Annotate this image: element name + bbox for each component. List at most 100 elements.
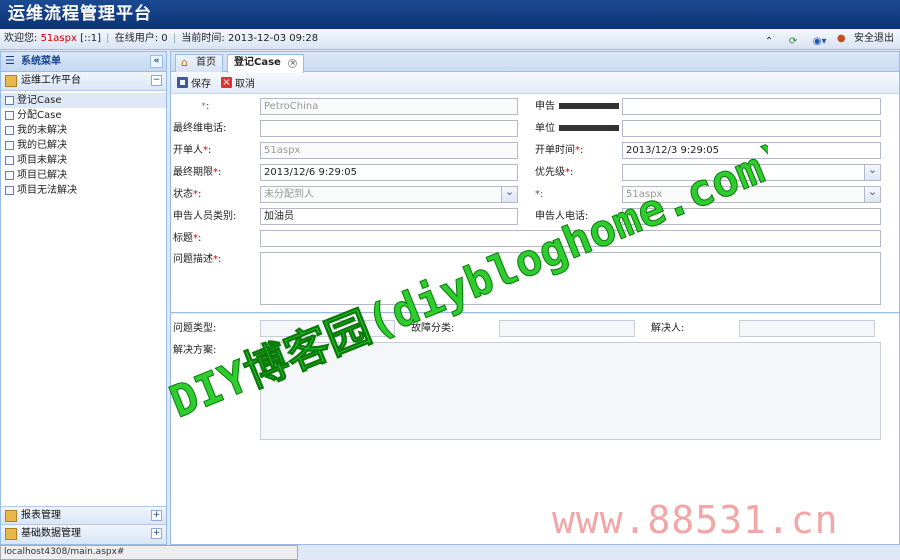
online-count: 0	[161, 33, 168, 44]
sidebar-item-register-case[interactable]: 登记Case	[1, 93, 166, 108]
main-panel: ⌂ 首页 登记Case × ▪ 保存 × 取消 *: PetroChina 申告…	[170, 51, 900, 545]
sidebar-group-ops[interactable]: 运维工作平台 −	[1, 72, 166, 91]
collapse-group-button[interactable]: −	[151, 75, 162, 86]
form-toolbar: ▪ 保存 × 取消	[171, 72, 899, 94]
folder-icon	[5, 75, 17, 87]
document-icon	[5, 156, 14, 165]
status-label: 状态*:	[173, 189, 202, 200]
assignee-label: *:	[535, 189, 544, 200]
document-icon	[5, 126, 14, 135]
opener-field[interactable]: 51aspx	[260, 142, 518, 159]
resolver-field[interactable]	[739, 320, 875, 337]
collapse-sidebar-button[interactable]: «	[150, 55, 163, 68]
sidebar-item-label: 我的未解决	[17, 125, 67, 136]
sidebar-item-label: 项目无法解决	[17, 185, 77, 196]
reporter-type-field[interactable]: 加油员	[260, 208, 518, 225]
deadline-field[interactable]: 2013/12/6 9:29:05	[260, 164, 518, 181]
desc-label: 问题描述*:	[173, 254, 222, 265]
sidebar-item-project-unresolved[interactable]: 项目未解决	[1, 153, 166, 168]
sidebar-header: ☰ 系统菜单 «	[1, 52, 166, 72]
company-field[interactable]: PetroChina	[260, 98, 518, 115]
close-icon[interactable]: ×	[288, 59, 298, 68]
subject-label: 标题*:	[173, 233, 202, 244]
tab-home[interactable]: ⌂ 首页	[175, 54, 223, 72]
save-button[interactable]: ▪ 保存	[177, 75, 211, 90]
priority-select[interactable]	[622, 164, 881, 181]
time-value: 2013-12-03 09:28	[227, 33, 319, 44]
unit-label: 单位	[535, 122, 619, 136]
tab-register-case[interactable]: 登记Case ×	[227, 54, 305, 73]
expand-group-button[interactable]: +	[151, 510, 162, 521]
current-user: 51aspx	[40, 33, 77, 44]
opener-label: 开单人*:	[173, 145, 212, 156]
case-form: *: PetroChina 申告 最终维电话: 单位 开单人*: 51aspx …	[171, 95, 899, 544]
tab-label: 登记Case	[234, 57, 281, 68]
phone-field[interactable]	[260, 120, 518, 137]
expand-group-button[interactable]: +	[151, 528, 162, 539]
problem-type-field[interactable]	[260, 320, 395, 337]
sidebar-group-label: 基础数据管理	[21, 528, 81, 539]
separator: |	[172, 33, 177, 44]
welcome-label: 欢迎您:	[4, 33, 38, 44]
help-icon[interactable]: ◉▾	[813, 32, 827, 47]
document-icon	[5, 111, 14, 120]
document-icon	[5, 186, 14, 195]
folder-icon	[5, 528, 17, 540]
company-label: *:	[201, 101, 210, 112]
document-icon	[5, 96, 14, 105]
sidebar-item-label: 登记Case	[17, 95, 62, 106]
separator: |	[106, 33, 110, 44]
priority-label: 优先级*:	[535, 167, 574, 178]
corner-watermark: www.88531.cn	[552, 498, 839, 542]
logout-button[interactable]: ● 安全退出	[837, 29, 894, 49]
sidebar-group-basic-data[interactable]: 基础数据管理 +	[1, 525, 166, 544]
fault-field[interactable]	[499, 320, 635, 337]
refresh-icon[interactable]: ⟳	[789, 32, 803, 47]
user-icon: ●	[836, 33, 846, 44]
description-textarea[interactable]	[260, 252, 881, 305]
solution-label: 解决方案:	[173, 345, 217, 356]
collapse-up-icon[interactable]: ⌃	[765, 32, 779, 47]
sidebar-item-project-unsolvable[interactable]: 项目无法解决	[1, 183, 166, 198]
sidebar-item-label: 项目已解决	[17, 170, 67, 181]
sidebar-item-label: 我的已解决	[17, 140, 67, 151]
reporter-type-label: 申告人员类别:	[173, 211, 237, 222]
save-label: 保存	[191, 79, 211, 90]
cancel-icon: ×	[221, 77, 232, 88]
section-divider	[171, 312, 899, 314]
cancel-button[interactable]: × 取消	[221, 75, 255, 90]
sidebar-item-label: 项目未解决	[17, 155, 67, 166]
sidebar-group-label: 运维工作平台	[21, 75, 81, 86]
home-icon: ⌂	[181, 56, 188, 69]
sidebar-group-reports[interactable]: 报表管理 +	[1, 506, 166, 525]
top-right-tools: ⌃ ⟳ ◉▾ ● 安全退出	[765, 29, 894, 49]
open-time-field[interactable]: 2013/12/3 9:29:05	[622, 142, 881, 159]
solution-textarea[interactable]	[260, 342, 881, 440]
problem-type-label: 问题类型:	[173, 323, 217, 334]
document-icon	[5, 171, 14, 180]
sidebar-bottom-groups: 报表管理 + 基础数据管理 +	[1, 506, 166, 544]
subject-field[interactable]	[260, 230, 881, 247]
sidebar-item-assign-case[interactable]: 分配Case	[1, 108, 166, 123]
sidebar-item-my-resolved[interactable]: 我的已解决	[1, 138, 166, 153]
document-icon	[5, 141, 14, 150]
cancel-label: 取消	[235, 79, 255, 90]
sidebar-group-label: 报表管理	[21, 510, 61, 521]
applicant-field[interactable]	[622, 98, 881, 115]
folder-icon	[5, 510, 17, 522]
assignee-select[interactable]: 51aspx	[622, 186, 881, 203]
fault-label: 故障分类:	[411, 323, 455, 334]
user-ip: [::1]	[80, 33, 101, 44]
sidebar-item-my-unresolved[interactable]: 我的未解决	[1, 123, 166, 138]
applicant-label: 申告	[535, 100, 619, 114]
sidebar-item-label: 分配Case	[17, 110, 62, 121]
status-select[interactable]: 未分配到人	[260, 186, 518, 203]
reporter-phone-field[interactable]	[622, 208, 881, 225]
status-url: localhost4308/main.aspx#	[0, 545, 298, 560]
save-icon: ▪	[177, 77, 188, 88]
online-label: 在线用户:	[114, 33, 159, 44]
sidebar-tree: 登记Case 分配Case 我的未解决 我的已解决 项目未解决 项目已解决 项目…	[1, 91, 166, 198]
time-label: 当前时间:	[181, 33, 225, 44]
unit-field[interactable]	[622, 120, 881, 137]
sidebar-item-project-resolved[interactable]: 项目已解决	[1, 168, 166, 183]
